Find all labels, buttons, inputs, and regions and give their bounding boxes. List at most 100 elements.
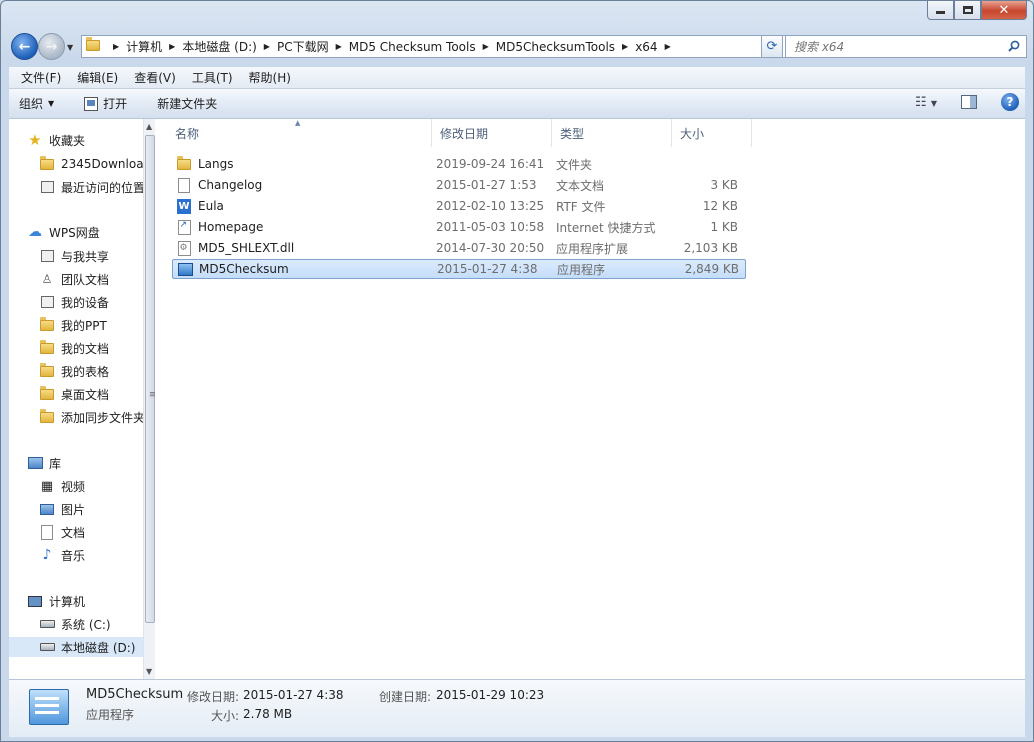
back-button[interactable]: ← bbox=[11, 33, 38, 60]
file-list: ▲ 名称 修改日期 类型 大小 Langs 2019-09-24 16:41 文… bbox=[155, 119, 1025, 679]
new-folder-button[interactable]: 新建文件夹 bbox=[137, 95, 227, 112]
organize-button[interactable]: 组织 ▼ bbox=[9, 95, 64, 112]
music-icon: ♪ bbox=[42, 547, 52, 563]
forward-button[interactable]: → bbox=[38, 33, 65, 60]
breadcrumb-drive-d[interactable]: 本地磁盘 (D:) ▶ bbox=[182, 38, 277, 55]
recent-places-icon bbox=[39, 179, 55, 195]
chevron-right-icon[interactable]: ▶ bbox=[483, 42, 489, 51]
address-bar[interactable]: ▶ 计算机 ▶ 本地磁盘 (D:) ▶ PC下载网 ▶ MD5 Checksum To… bbox=[81, 35, 787, 58]
application-icon bbox=[29, 689, 69, 725]
change-view-button[interactable]: ☷ ▼ bbox=[915, 95, 937, 110]
refresh-button[interactable]: ⟳ bbox=[761, 35, 783, 58]
nav-wps-cloud[interactable]: ☁ WPS网盘 bbox=[27, 222, 100, 242]
explorer-window: ✕ ← → ▼ ▶ 计算机 ▶ 本地磁盘 (D:) ▶ PC下载网 ▶ MD5 Che… bbox=[0, 0, 1034, 742]
shared-icon bbox=[39, 248, 55, 264]
chevron-right-icon[interactable]: ▶ bbox=[169, 42, 175, 51]
text-file-icon bbox=[176, 177, 192, 193]
user-icon: ♙ bbox=[41, 272, 53, 286]
open-icon bbox=[84, 96, 99, 111]
nav-item-2345download[interactable]: 2345Downloa bbox=[39, 154, 144, 174]
nav-libraries[interactable]: 库 bbox=[27, 453, 61, 473]
file-row[interactable]: W Eula 2012-02-10 13:25 RTF 文件 12 KB bbox=[172, 196, 746, 216]
refresh-icon: ⟳ bbox=[766, 39, 778, 54]
column-name[interactable]: 名称 bbox=[155, 119, 432, 147]
nav-item-desktop-docs[interactable]: 桌面文档 bbox=[39, 384, 109, 404]
column-type[interactable]: 类型 bbox=[552, 119, 672, 147]
scroll-down-icon[interactable]: ▼ bbox=[146, 667, 152, 676]
chevron-right-icon[interactable]: ▶ bbox=[113, 42, 119, 51]
system-drive-icon bbox=[39, 616, 55, 632]
nav-computer[interactable]: 计算机 bbox=[27, 591, 85, 611]
details-modified-label: 修改日期: bbox=[187, 690, 240, 704]
nav-item-videos[interactable]: ▦ 视频 bbox=[39, 476, 85, 496]
details-size-value: 2.78 MB bbox=[243, 707, 293, 721]
menu-view[interactable]: 查看(V) bbox=[126, 69, 184, 86]
nav-item-my-sheets[interactable]: 我的表格 bbox=[39, 361, 109, 381]
help-button[interactable]: ? bbox=[1001, 93, 1019, 111]
file-row[interactable]: MD5_SHLEXT.dll 2014-07-30 20:50 应用程序扩展 2… bbox=[172, 238, 746, 258]
close-button[interactable]: ✕ bbox=[981, 1, 1027, 20]
chevron-right-icon[interactable]: ▶ bbox=[622, 42, 628, 51]
folder-icon bbox=[39, 408, 55, 425]
file-row[interactable]: Homepage 2011-05-03 10:58 Internet 快捷方式 … bbox=[172, 217, 746, 237]
nav-scroll-thumb[interactable]: ≡ bbox=[145, 135, 155, 623]
chevron-right-icon[interactable]: ▶ bbox=[665, 42, 671, 51]
menu-edit[interactable]: 编辑(E) bbox=[69, 69, 126, 86]
nav-item-my-ppt[interactable]: 我的PPT bbox=[39, 315, 107, 335]
details-file-name: MD5Checksum bbox=[86, 687, 184, 702]
recent-pages-dropdown[interactable]: ▼ bbox=[67, 43, 73, 52]
search-input[interactable] bbox=[794, 39, 994, 54]
breadcrumb-pc-download[interactable]: PC下载网 ▶ bbox=[277, 38, 349, 55]
nav-item-team-docs[interactable]: ♙ 团队文档 bbox=[39, 269, 109, 289]
column-date-modified[interactable]: 修改日期 bbox=[432, 119, 552, 147]
folder-icon bbox=[39, 362, 55, 379]
file-row-selected[interactable]: MD5Checksum 2015-01-27 4:38 应用程序 2,849 K… bbox=[172, 259, 746, 279]
chevron-right-icon[interactable]: ▶ bbox=[336, 42, 342, 51]
shortcut-icon bbox=[176, 219, 192, 235]
nav-item-add-sync-folder[interactable]: 添加同步文件夹 bbox=[39, 407, 145, 427]
nav-item-music[interactable]: ♪ 音乐 bbox=[39, 545, 85, 565]
minimize-button[interactable] bbox=[927, 1, 954, 20]
maximize-button[interactable] bbox=[954, 1, 981, 20]
menu-help[interactable]: 帮助(H) bbox=[241, 69, 299, 86]
folder-icon bbox=[39, 339, 55, 356]
scroll-up-icon[interactable]: ▲ bbox=[146, 122, 152, 131]
chevron-down-icon: ▼ bbox=[48, 99, 55, 108]
file-row[interactable]: Changelog 2015-01-27 1:53 文本文档 3 KB bbox=[172, 175, 746, 195]
file-row[interactable]: Langs 2019-09-24 16:41 文件夹 bbox=[172, 154, 746, 174]
command-bar: 组织 ▼ 打开 新建文件夹 ☷ ▼ ? bbox=[9, 89, 1025, 119]
details-view-icon: ☷ bbox=[915, 94, 927, 110]
folder-icon bbox=[86, 37, 102, 53]
nav-item-my-devices[interactable]: 我的设备 bbox=[39, 292, 109, 312]
nav-item-documents[interactable]: 文档 bbox=[39, 522, 85, 542]
nav-item-pictures[interactable]: 图片 bbox=[39, 499, 85, 519]
details-file-type: 应用程序 bbox=[86, 708, 135, 722]
breadcrumb-md5checksumtools[interactable]: MD5ChecksumTools ▶ bbox=[496, 40, 635, 54]
nav-item-my-docs[interactable]: 我的文档 bbox=[39, 338, 109, 358]
details-created-value: 2015-01-29 10:23 bbox=[436, 688, 545, 702]
folder-icon bbox=[39, 316, 55, 333]
details-pane: MD5Checksum 应用程序 修改日期: 2015-01-27 4:38 创… bbox=[9, 679, 1025, 737]
search-icon[interactable] bbox=[1008, 40, 1020, 52]
menu-tools[interactable]: 工具(T) bbox=[184, 69, 241, 86]
nav-item-drive-c[interactable]: 系统 (C:) bbox=[39, 614, 111, 634]
arrow-right-icon: → bbox=[45, 38, 58, 55]
video-icon: ▦ bbox=[40, 478, 54, 494]
breadcrumb-computer[interactable]: 计算机 ▶ bbox=[126, 38, 182, 55]
chevron-right-icon[interactable]: ▶ bbox=[264, 42, 270, 51]
nav-scrollbar[interactable]: ▲ ≡ ▼ bbox=[143, 119, 155, 679]
nav-item-drive-d[interactable]: 本地磁盘 (D:) bbox=[9, 637, 143, 657]
arrow-left-icon: ← bbox=[18, 38, 31, 55]
minimize-icon bbox=[936, 11, 945, 14]
open-button[interactable]: 打开 bbox=[64, 95, 137, 112]
preview-pane-button[interactable] bbox=[961, 95, 977, 109]
breadcrumb-x64[interactable]: x64 ▶ bbox=[635, 40, 678, 54]
device-icon bbox=[39, 294, 55, 310]
breadcrumb-md5-checksum-tools[interactable]: MD5 Checksum Tools ▶ bbox=[349, 40, 496, 54]
column-size[interactable]: 大小 bbox=[672, 119, 752, 147]
menu-file[interactable]: 文件(F) bbox=[13, 69, 69, 86]
nav-item-shared-with-me[interactable]: 与我共享 bbox=[39, 246, 109, 266]
nav-item-recent-places[interactable]: 最近访问的位置 bbox=[39, 177, 145, 197]
caption-buttons: ✕ bbox=[927, 1, 1027, 20]
nav-favorites[interactable]: ★ 收藏夹 bbox=[27, 130, 85, 150]
